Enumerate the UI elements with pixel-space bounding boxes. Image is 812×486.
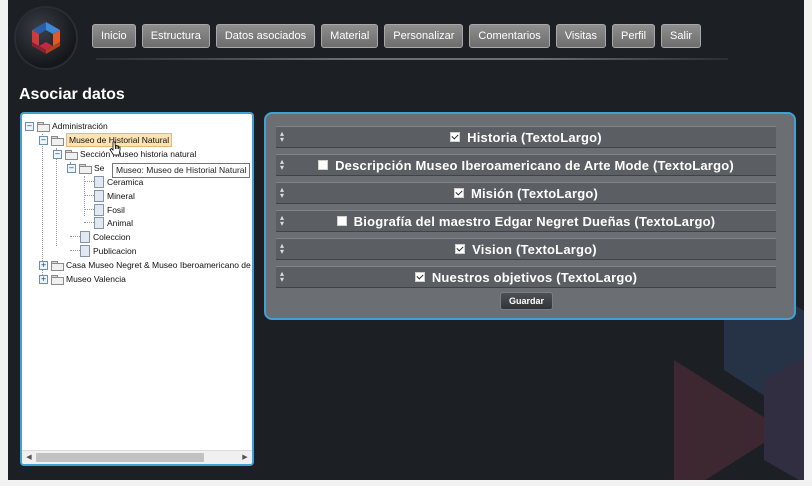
field-label: Biografía del maestro Edgar Negret Dueña…: [353, 213, 716, 229]
app-window: Inicio Estructura Datos asociados Materi…: [8, 0, 804, 480]
field-row-biografia[interactable]: ▴ ▾ Biografía del maestro Edgar Negret Du…: [276, 210, 776, 232]
field-label: Nuestros objetivos (TextoLargo): [431, 269, 638, 285]
field-row-historia[interactable]: ▴ ▾ Historia (TextoLargo): [276, 126, 776, 148]
drag-handle-icon[interactable]: ▴ ▾: [280, 270, 284, 284]
tree-node-label: Administración: [52, 121, 108, 131]
folder-icon: [51, 260, 64, 271]
document-icon: [80, 245, 90, 257]
nav-comentarios[interactable]: Comentarios: [469, 24, 550, 48]
tree-node-fosil[interactable]: Fosil: [94, 203, 125, 217]
tree-node-animal[interactable]: Animal: [94, 216, 133, 230]
folder-icon: [65, 149, 78, 160]
drag-handle-icon[interactable]: ▴ ▾: [280, 158, 284, 172]
folder-icon: [37, 121, 50, 132]
nav-perfil[interactable]: Perfil: [611, 24, 656, 48]
document-icon: [94, 190, 104, 202]
field-checkbox[interactable]: [318, 160, 329, 170]
nav-datos-asociados[interactable]: Datos asociados: [215, 24, 316, 48]
document-icon: [80, 231, 90, 243]
tree-node-label: Ceramica: [107, 177, 144, 187]
collapse-icon[interactable]: −: [39, 135, 48, 145]
tree-node-label: Animal: [107, 218, 133, 228]
drag-handle-icon[interactable]: ▴ ▾: [280, 214, 284, 228]
field-label: Descripción Museo Iberoamericano de Arte…: [335, 157, 734, 173]
field-checkbox[interactable]: [453, 188, 464, 198]
field-label: Vision (TextoLargo): [472, 241, 597, 257]
drag-handle-icon[interactable]: ▴ ▾: [280, 130, 284, 144]
folder-icon: [51, 135, 64, 146]
folder-icon: [79, 163, 92, 174]
nav-material[interactable]: Material: [321, 24, 379, 48]
document-icon: [94, 204, 104, 216]
scrollbar-thumb[interactable]: [36, 453, 204, 462]
tree-node-label: Museo Valencia: [66, 274, 126, 284]
tree-node-museo-valencia[interactable]: + Museo Valencia: [39, 272, 126, 286]
collapse-icon[interactable]: −: [25, 121, 34, 131]
collapse-icon[interactable]: −: [67, 163, 76, 173]
tree-node-mineral[interactable]: Mineral: [94, 189, 135, 203]
expand-icon[interactable]: +: [39, 260, 48, 270]
tree-node-subseccion[interactable]: − Se: [67, 161, 104, 175]
tree-node-administracion[interactable]: − Administración: [25, 119, 108, 133]
tree-node-tooltip: Museo: Museo de Historial Natural: [112, 163, 251, 178]
nav-estructura[interactable]: Estructura: [141, 24, 210, 48]
tree-node-label: Coleccion: [93, 232, 131, 242]
field-row-mision[interactable]: ▴ ▾ Misión (TextoLargo): [276, 182, 776, 204]
drag-handle-icon[interactable]: ▴ ▾: [280, 186, 284, 200]
nav-inicio[interactable]: Inicio: [92, 24, 136, 48]
main-nav: Inicio Estructura Datos asociados Materi…: [92, 24, 702, 48]
tree-node-label: Mineral: [107, 191, 135, 201]
field-row-objetivos[interactable]: ▴ ▾ Nuestros objetivos (TextoLargo): [276, 266, 776, 288]
tree-horizontal-scrollbar[interactable]: ◀ ▶: [22, 450, 252, 464]
tree-node-casa-museo-negret[interactable]: + Casa Museo Negret & Museo Iberoamerica…: [39, 258, 252, 272]
field-checkbox[interactable]: [414, 272, 425, 282]
tree-node-label: Fosil: [107, 205, 125, 215]
expand-icon[interactable]: +: [39, 274, 48, 284]
save-button[interactable]: Guardar: [500, 292, 554, 310]
page-title: Asociar datos: [19, 86, 125, 103]
drag-handle-icon[interactable]: ▴ ▾: [280, 242, 284, 256]
associated-data-panel: ▴ ▾ Historia (TextoLargo) ▴ ▾ Descripción …: [264, 112, 796, 320]
tree-node-label: Se: [94, 163, 105, 173]
field-checkbox[interactable]: [455, 244, 466, 254]
logo-icon: [32, 22, 60, 54]
field-checkbox[interactable]: [450, 132, 461, 142]
app-logo[interactable]: [16, 8, 76, 68]
hand-cursor-icon: [109, 141, 121, 156]
document-icon: [94, 217, 104, 229]
document-icon: [94, 176, 104, 188]
field-label: Misión (TextoLargo): [470, 185, 599, 201]
tree-node-museo-historial-natural[interactable]: − Museo de Historial Natural: [39, 133, 173, 147]
folder-icon: [51, 274, 64, 285]
field-row-vision[interactable]: ▴ ▾ Vision (TextoLargo): [276, 238, 776, 260]
field-label: Historia (TextoLargo): [467, 129, 602, 145]
field-checkbox[interactable]: [336, 216, 347, 226]
tree-node-label: Sección museo historia natural: [80, 149, 197, 159]
nav-personalizar[interactable]: Personalizar: [384, 24, 464, 48]
nav-salir[interactable]: Salir: [661, 24, 702, 48]
tree-node-publicacion[interactable]: Publicacion: [80, 244, 136, 258]
tree-node-label: Casa Museo Negret & Museo Iberoamericano…: [66, 260, 252, 270]
nav-visitas[interactable]: Visitas: [555, 24, 606, 48]
tree-node-seccion[interactable]: − Sección museo historia natural: [53, 147, 196, 161]
tree-node-coleccion[interactable]: Coleccion: [80, 230, 130, 244]
tree-node-label: Publicacion: [93, 246, 137, 256]
nav-divider: [96, 58, 728, 60]
scroll-right-icon[interactable]: ▶: [240, 453, 250, 463]
scroll-left-icon[interactable]: ◀: [24, 453, 34, 463]
collapse-icon[interactable]: −: [53, 149, 62, 159]
field-row-descripcion[interactable]: ▴ ▾ Descripción Museo Iberoamericano de A…: [276, 154, 776, 176]
